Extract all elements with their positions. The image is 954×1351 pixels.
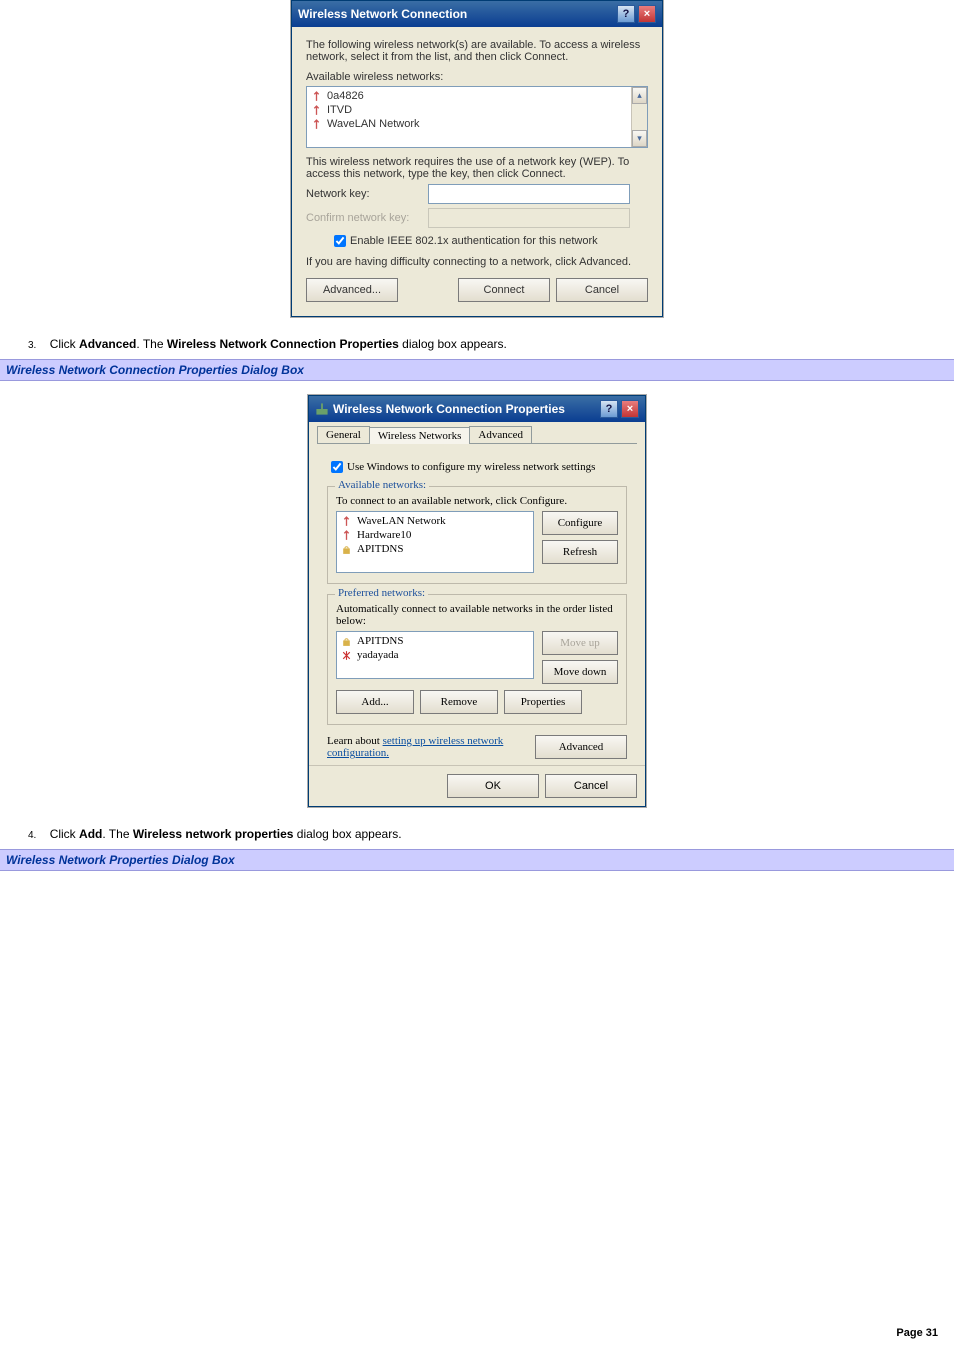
antenna-icon <box>311 91 322 102</box>
available-label: Available wireless networks: <box>306 71 648 83</box>
preferred-list[interactable]: APITDNS yadayada <box>336 631 534 679</box>
movedown-button[interactable]: Move down <box>542 660 618 684</box>
configure-button[interactable]: Configure <box>542 511 618 535</box>
tab-general[interactable]: General <box>317 426 370 443</box>
advanced-button[interactable]: Advanced... <box>306 278 398 302</box>
available-hint: To connect to an available network, clic… <box>336 495 618 507</box>
properties-button[interactable]: Properties <box>504 690 582 714</box>
antenna-icon <box>311 119 322 130</box>
antenna-icon <box>341 516 352 527</box>
step-4: 4. Click Add. The Wireless network prope… <box>28 827 954 841</box>
close-icon[interactable]: × <box>621 400 639 418</box>
available-networks-list[interactable]: 0a4826 ITVD WaveLAN Network ▴ ▾ <box>306 86 648 148</box>
difficulty-text: If you are having difficulty connecting … <box>306 256 648 268</box>
list-item: ITVD <box>311 103 629 117</box>
advanced-button[interactable]: Advanced <box>535 735 627 759</box>
intro-text: The following wireless network(s) are av… <box>306 39 648 63</box>
preferred-hint: Automatically connect to available netwo… <box>336 603 618 627</box>
scroll-down-icon[interactable]: ▾ <box>632 130 647 147</box>
wireless-properties-dialog: Wireless Network Connection Properties ?… <box>308 395 646 807</box>
list-item: WaveLAN Network <box>341 514 529 528</box>
section-heading-bar: Wireless Network Connection Properties D… <box>0 359 954 381</box>
tab-advanced[interactable]: Advanced <box>469 426 532 443</box>
add-button[interactable]: Add... <box>336 690 414 714</box>
list-item: APITDNS <box>341 542 529 556</box>
list-item: APITDNS <box>341 634 529 648</box>
help-icon[interactable]: ? <box>617 5 635 23</box>
remove-button[interactable]: Remove <box>420 690 498 714</box>
padlock-icon <box>341 636 352 647</box>
network-key-label: Network key: <box>306 188 428 200</box>
ok-button[interactable]: OK <box>447 774 539 798</box>
moveup-button[interactable]: Move up <box>542 631 618 655</box>
cancel-button[interactable]: Cancel <box>556 278 648 302</box>
section-heading-bar: Wireless Network Properties Dialog Box <box>0 849 954 871</box>
window-title: Wireless Network Connection <box>298 7 614 21</box>
connect-button[interactable]: Connect <box>458 278 550 302</box>
confirm-key-input <box>428 208 630 228</box>
adapter-icon <box>315 402 329 416</box>
use-windows-checkbox[interactable] <box>331 461 343 473</box>
titlebar: Wireless Network Connection ? × <box>292 1 662 27</box>
use-windows-label: Use Windows to configure my wireless net… <box>347 461 595 473</box>
antenna-icon <box>341 530 352 541</box>
available-networks-group: Available networks: To connect to an ava… <box>327 486 627 584</box>
padlock-icon <box>341 544 352 555</box>
step-3: 3. Click Advanced. The Wireless Network … <box>28 337 954 351</box>
learn-text: Learn about setting up wireless network … <box>327 735 525 759</box>
enable-8021x-checkbox[interactable] <box>334 235 346 247</box>
wep-note: This wireless network requires the use o… <box>306 156 648 180</box>
cancel-button[interactable]: Cancel <box>545 774 637 798</box>
list-item: WaveLAN Network <box>311 117 629 131</box>
tab-strip: General Wireless Networks Advanced <box>317 426 637 444</box>
refresh-button[interactable]: Refresh <box>542 540 618 564</box>
window-title: Wireless Network Connection Properties <box>333 402 597 416</box>
scroll-up-icon[interactable]: ▴ <box>632 87 647 104</box>
network-key-input[interactable] <box>428 184 630 204</box>
list-item: Hardware10 <box>341 528 529 542</box>
available-list[interactable]: WaveLAN Network Hardware10 APITDNS <box>336 511 534 573</box>
enable-8021x-label: Enable IEEE 802.1x authentication for th… <box>350 235 598 247</box>
scrollbar[interactable]: ▴ ▾ <box>631 87 647 147</box>
close-icon[interactable]: × <box>638 5 656 23</box>
list-item: 0a4826 <box>311 89 629 103</box>
antenna-icon <box>311 105 322 116</box>
wireless-connection-dialog: Wireless Network Connection ? × The foll… <box>291 0 663 317</box>
preferred-networks-group: Preferred networks: Automatically connec… <box>327 594 627 725</box>
help-icon[interactable]: ? <box>600 400 618 418</box>
confirm-key-label: Confirm network key: <box>306 212 428 224</box>
page-footer: Page 31 <box>896 1327 938 1339</box>
tab-wireless-networks[interactable]: Wireless Networks <box>369 427 471 444</box>
antenna-x-icon <box>341 650 352 661</box>
titlebar: Wireless Network Connection Properties ?… <box>309 396 645 422</box>
list-item: yadayada <box>341 648 529 662</box>
